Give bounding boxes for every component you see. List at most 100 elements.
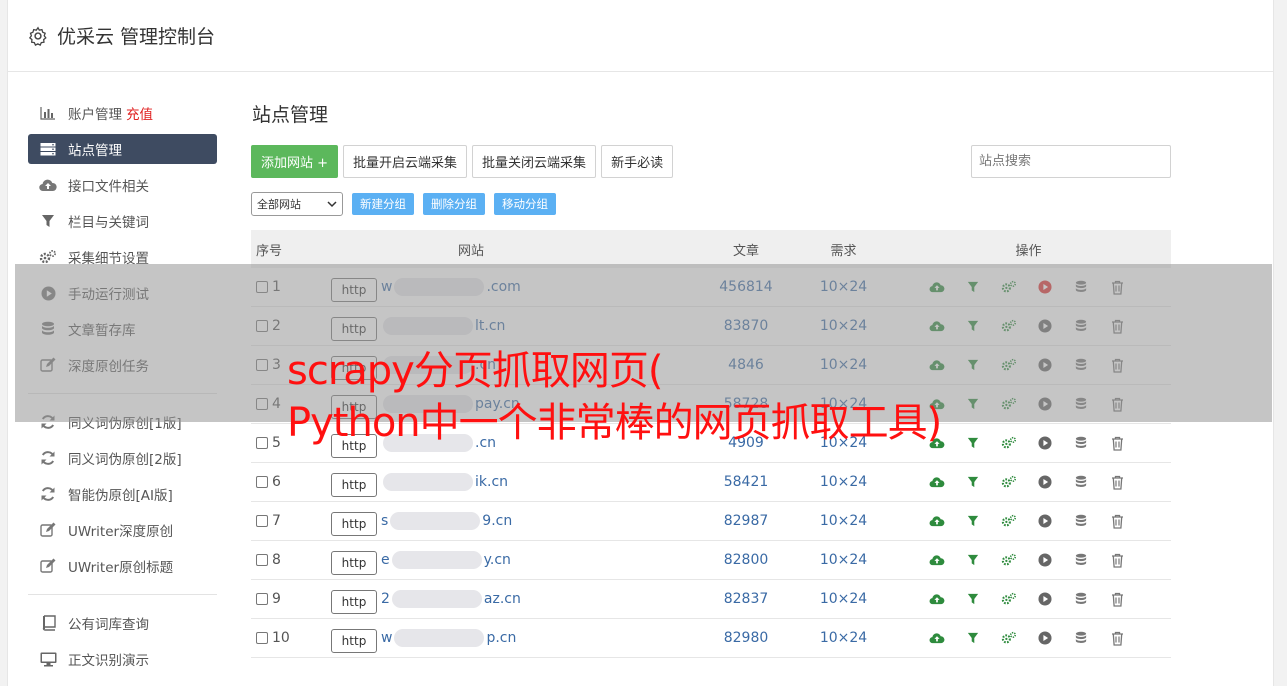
cloud-upload-icon[interactable] (928, 551, 946, 569)
article-count[interactable]: 82837 (691, 591, 801, 607)
table-row: 7 http s 9.cn 82987 10×24 (251, 502, 1171, 541)
play-icon[interactable] (1036, 434, 1054, 452)
site-domain-suffix[interactable]: az.cn (484, 591, 521, 607)
cloud-upload-icon[interactable] (928, 512, 946, 530)
sidebar-item-sidebar-items2-4[interactable]: UWriter原创标题 (28, 548, 218, 584)
site-domain-suffix[interactable]: ik.cn (475, 474, 508, 490)
cloud-upload-icon[interactable] (928, 590, 946, 608)
row-number-cell: 7 (251, 513, 331, 529)
move-group-button[interactable]: 移动分组 (494, 193, 556, 215)
add-site-button[interactable]: 添加网站 + (251, 145, 339, 178)
sidebar-item-sidebar-items-0[interactable]: 账户管理 充值 (28, 95, 218, 131)
sidebar-item-sidebar-items2-2[interactable]: 智能伪原创[AI版] (28, 476, 218, 512)
row-checkbox[interactable] (256, 554, 268, 566)
database-icon[interactable] (1072, 434, 1090, 452)
trash-icon[interactable] (1108, 473, 1126, 491)
trash-icon[interactable] (1108, 551, 1126, 569)
bar-chart-icon (39, 104, 57, 122)
site-domain-suffix[interactable]: 9.cn (482, 513, 512, 529)
row-actions (886, 551, 1171, 569)
trash-icon[interactable] (1108, 629, 1126, 647)
sidebar-item-sidebar-items-2[interactable]: 接口文件相关 (28, 167, 218, 203)
sidebar-item-sidebar-items2-3[interactable]: UWriter深度原创 (28, 512, 218, 548)
gears-icon[interactable] (1000, 512, 1018, 530)
cloud-upload-icon[interactable] (928, 629, 946, 647)
filter-icon[interactable] (964, 551, 982, 569)
site-group-select[interactable]: 全部网站 (251, 192, 343, 216)
database-icon[interactable] (1072, 590, 1090, 608)
site-domain-prefix[interactable]: 2 (381, 591, 390, 607)
row-checkbox[interactable] (256, 593, 268, 605)
sidebar-item-sidebar-items-3[interactable]: 栏目与关键词 (28, 203, 218, 239)
gears-icon[interactable] (1000, 551, 1018, 569)
database-icon[interactable] (1072, 551, 1090, 569)
gears-icon[interactable] (1000, 590, 1018, 608)
gears-icon[interactable] (1000, 434, 1018, 452)
site-domain-suffix[interactable]: p.cn (486, 630, 516, 646)
article-count[interactable]: 82980 (691, 630, 801, 646)
sidebar-item-sidebar-items2-1[interactable]: 同义词伪原创[2版] (28, 440, 218, 476)
play-icon[interactable] (1036, 551, 1054, 569)
header-need: 需求 (830, 243, 857, 259)
play-icon[interactable] (1036, 590, 1054, 608)
play-icon[interactable] (1036, 473, 1054, 491)
site-domain-prefix[interactable]: s (381, 513, 388, 529)
database-icon[interactable] (1072, 473, 1090, 491)
requirement[interactable]: 10×24 (801, 591, 886, 607)
row-checkbox[interactable] (256, 437, 268, 449)
requirement[interactable]: 10×24 (801, 630, 886, 646)
article-count[interactable]: 82987 (691, 513, 801, 529)
requirement[interactable]: 10×24 (801, 552, 886, 568)
row-checkbox[interactable] (256, 515, 268, 527)
caption-line-1: scrapy分页抓取网页( (287, 348, 663, 394)
delete-group-button[interactable]: 删除分组 (423, 193, 485, 215)
new-group-button[interactable]: 新建分组 (352, 193, 414, 215)
row-site-cell: http s 9.cn (331, 507, 691, 536)
site-domain-suffix[interactable]: y.cn (484, 552, 511, 568)
caption-line-2: Python中一个非常棒的网页抓取工具) (287, 400, 942, 446)
play-icon[interactable] (1036, 629, 1054, 647)
sidebar-item-sidebar-items3-1[interactable]: 正文识别演示 (28, 641, 218, 677)
redacted-blur (391, 590, 482, 608)
protocol-tag: http (331, 472, 377, 497)
sidebar-item-sidebar-items-1[interactable]: 站点管理 (28, 134, 217, 164)
filter-icon[interactable] (964, 629, 982, 647)
site-domain-prefix[interactable]: e (381, 552, 390, 568)
play-icon[interactable] (1036, 512, 1054, 530)
requirement[interactable]: 10×24 (801, 513, 886, 529)
trash-icon[interactable] (1108, 434, 1126, 452)
site-domain-prefix[interactable]: w (381, 630, 392, 646)
sidebar-item-label: UWriter深度原创 (68, 524, 174, 540)
batch-close-button[interactable]: 批量关闭云端采集 (472, 145, 597, 178)
gears-icon[interactable] (1000, 473, 1018, 491)
filter-icon[interactable] (964, 473, 982, 491)
sidebar-item-label: 公有词库查询 (68, 617, 149, 633)
row-actions (886, 629, 1171, 647)
header-no: 序号 (256, 243, 283, 259)
recharge-link[interactable]: 充值 (126, 103, 153, 123)
database-icon[interactable] (1072, 629, 1090, 647)
row-checkbox[interactable] (256, 632, 268, 644)
table-row: 10 http w p.cn 82980 10×24 (251, 619, 1171, 658)
database-icon[interactable] (1072, 512, 1090, 530)
filter-icon[interactable] (964, 512, 982, 530)
refresh-icon (39, 485, 57, 503)
site-search-input[interactable] (971, 145, 1171, 178)
article-count[interactable]: 58421 (691, 474, 801, 490)
guide-button[interactable]: 新手必读 (601, 145, 674, 178)
gears-icon[interactable] (1000, 629, 1018, 647)
sidebar-item-label: 账户管理 (68, 107, 122, 123)
sidebar-item-sidebar-items3-0[interactable]: 公有词库查询 (28, 605, 218, 641)
trash-icon[interactable] (1108, 590, 1126, 608)
filter-icon[interactable] (964, 434, 982, 452)
row-actions (886, 512, 1171, 530)
requirement[interactable]: 10×24 (801, 474, 886, 490)
cloud-upload-icon[interactable] (928, 473, 946, 491)
trash-icon[interactable] (1108, 512, 1126, 530)
top-bar: 优采云 管理控制台 (8, 0, 1273, 72)
filter-icon[interactable] (964, 590, 982, 608)
row-checkbox[interactable] (256, 476, 268, 488)
article-count[interactable]: 82800 (691, 552, 801, 568)
batch-open-button[interactable]: 批量开启云端采集 (343, 145, 468, 178)
sidebar-divider (28, 594, 217, 595)
